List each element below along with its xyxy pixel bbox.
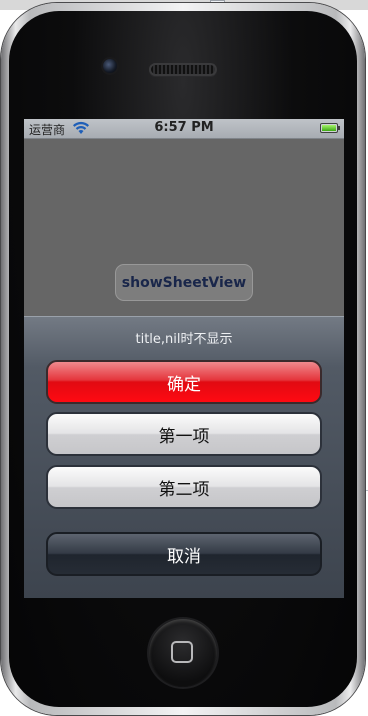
- action-sheet: title,nil时不显示 确定 第一项 第二项 取消: [24, 316, 344, 598]
- option-2-button[interactable]: 第二项: [46, 465, 322, 509]
- confirm-button[interactable]: 确定: [46, 360, 322, 404]
- action-sheet-title: title,nil时不显示: [135, 332, 233, 347]
- speaker-icon: [149, 63, 217, 76]
- home-button-icon: [171, 641, 193, 663]
- camera-icon: [103, 59, 117, 73]
- status-time: 6:57 PM: [154, 120, 214, 135]
- device-screen: 运营商 6:57 PM showSheetView title,nil时不显示 …: [24, 119, 344, 598]
- show-sheet-button[interactable]: showSheetView: [115, 264, 253, 301]
- cancel-button[interactable]: 取消: [46, 532, 322, 576]
- home-button[interactable]: [149, 619, 217, 687]
- option-1-button[interactable]: 第一项: [46, 412, 322, 456]
- status-bar: 运营商 6:57 PM: [24, 119, 344, 139]
- battery-icon: [320, 123, 340, 133]
